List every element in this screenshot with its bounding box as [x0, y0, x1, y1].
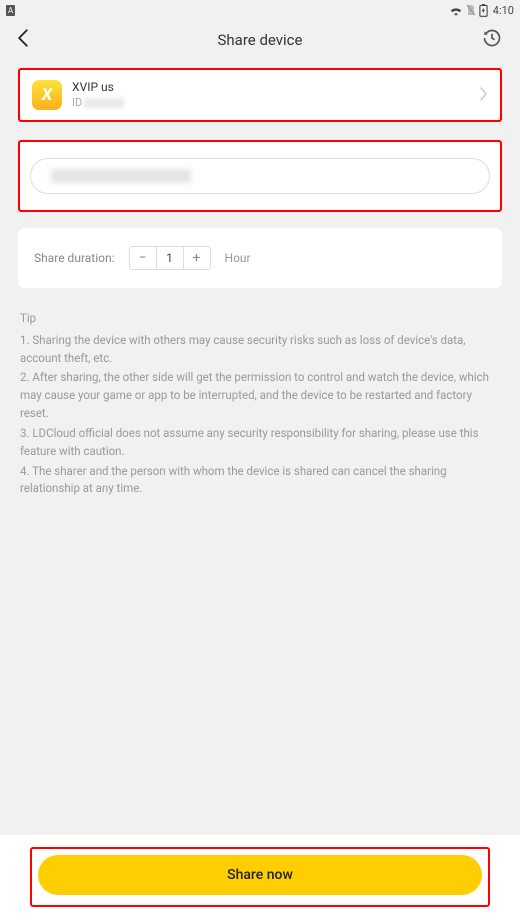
tip-line-2: 2. After sharing, the other side will ge…: [20, 369, 500, 422]
tips-section: Tip 1. Sharing the device with others ma…: [18, 310, 502, 498]
page-header: Share device: [0, 20, 520, 60]
tip-line-4: 4. The sharer and the person with whom t…: [20, 463, 500, 499]
back-button[interactable]: [18, 29, 29, 51]
wifi-icon: [449, 5, 463, 16]
clock-time: 4:10: [493, 4, 514, 17]
device-name: XVIP us: [72, 80, 480, 96]
battery-icon: [479, 4, 488, 17]
duration-label: Share duration:: [34, 251, 115, 265]
share-button-highlight: Share now: [30, 847, 490, 907]
device-id-value: [84, 98, 124, 108]
chevron-left-icon: [18, 29, 29, 47]
tip-line-1: 1. Sharing the device with others may ca…: [20, 332, 500, 368]
status-bar: A 4:10: [0, 0, 520, 20]
duration-card: Share duration: − 1 + Hour: [18, 228, 502, 288]
history-icon: [482, 28, 502, 48]
tips-title: Tip: [20, 310, 500, 328]
share-target-input[interactable]: [30, 158, 490, 194]
device-highlight: X XVIP us ID: [18, 68, 502, 122]
history-button[interactable]: [482, 28, 502, 52]
bottom-bar: Share now: [0, 835, 520, 923]
input-highlight: [18, 140, 502, 212]
decrement-button[interactable]: −: [130, 247, 156, 269]
no-sim-icon: [466, 4, 476, 16]
duration-value: 1: [156, 247, 184, 269]
increment-button[interactable]: +: [184, 247, 210, 269]
app-icon: X: [32, 80, 62, 110]
app-indicator: A: [6, 5, 15, 16]
chevron-right-icon: [480, 86, 488, 105]
share-now-button[interactable]: Share now: [38, 855, 482, 895]
page-title: Share device: [218, 31, 303, 49]
duration-stepper: − 1 +: [129, 246, 211, 270]
input-value-blurred: [51, 169, 191, 183]
duration-unit: Hour: [225, 251, 251, 265]
tip-line-3: 3. LDCloud official does not assume any …: [20, 425, 500, 461]
device-id: ID: [72, 96, 480, 110]
device-row[interactable]: X XVIP us ID: [20, 70, 500, 120]
